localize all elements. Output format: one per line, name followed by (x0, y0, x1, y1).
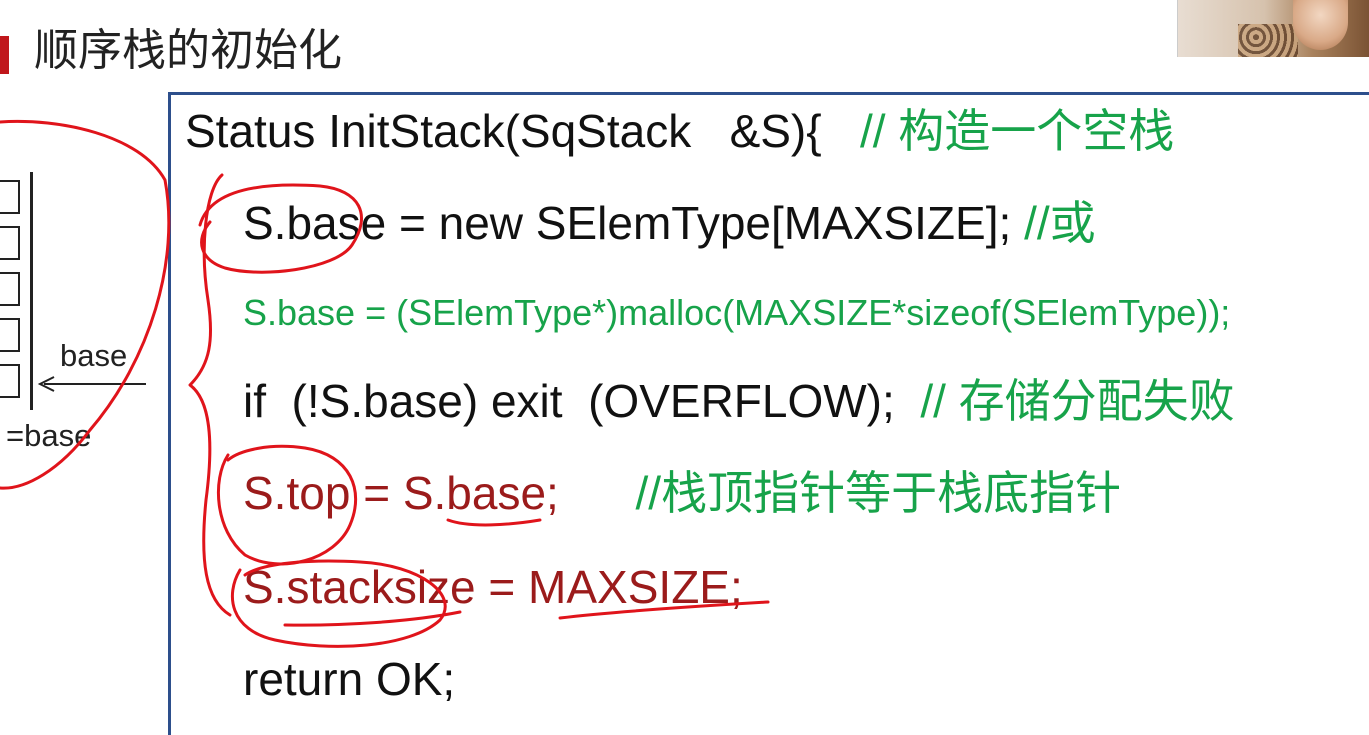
code-line-5-code: S.top = S.base; (243, 467, 559, 519)
code-panel: Status InitStack(SqStack &S){ // 构造一个空栈 … (168, 92, 1369, 735)
code-line-2-comment: //或 (1024, 197, 1096, 249)
base-label: base (60, 338, 128, 373)
code-line-4-comment: // 存储分配失败 (920, 375, 1235, 427)
code-line-4: if (!S.base) exit (OVERFLOW); // 存储分配失败 (243, 373, 1235, 429)
stack-cell (0, 364, 20, 398)
stack-wall (30, 172, 33, 410)
slide: 顺序栈的初始化 base =base Status InitStack(SqSt… (0, 0, 1369, 735)
title-marker-icon (0, 36, 9, 74)
code-line-1-code: Status InitStack(SqStack &S){ (185, 105, 822, 157)
stack-cell (0, 272, 20, 306)
code-line-6: S.stacksize = MAXSIZE; (243, 561, 743, 613)
code-line-5-comment: //栈顶指针等于栈底指针 (635, 467, 1122, 519)
code-line-1: Status InitStack(SqStack &S){ // 构造一个空栈 (185, 103, 1174, 159)
code-line-4-code: if (!S.base) exit (OVERFLOW); (243, 375, 895, 427)
code-line-2-code: S.base = new SElemType[MAXSIZE]; (243, 197, 1012, 249)
webcam-presenter (1293, 0, 1348, 50)
title-bar: 顺序栈的初始化 (0, 0, 1369, 88)
page-title: 顺序栈的初始化 (34, 26, 342, 75)
code-line-7: return OK; (243, 653, 456, 705)
stack-cell (0, 318, 20, 352)
stack-diagram: base =base (0, 160, 160, 460)
top-equals-base-label: =base (6, 418, 92, 453)
webcam-clothing (1238, 24, 1298, 57)
code-line-1-comment: // 构造一个空栈 (859, 105, 1175, 157)
webcam-overlay (1177, 0, 1369, 57)
code-line-5: S.top = S.base; //栈顶指针等于栈底指针 (243, 465, 1121, 521)
code-line-3: S.base = (SElemType*)malloc(MAXSIZE*size… (243, 292, 1231, 333)
stack-cell (0, 180, 20, 214)
stack-cell (0, 226, 20, 260)
code-line-2: S.base = new SElemType[MAXSIZE]; //或 (243, 195, 1096, 251)
